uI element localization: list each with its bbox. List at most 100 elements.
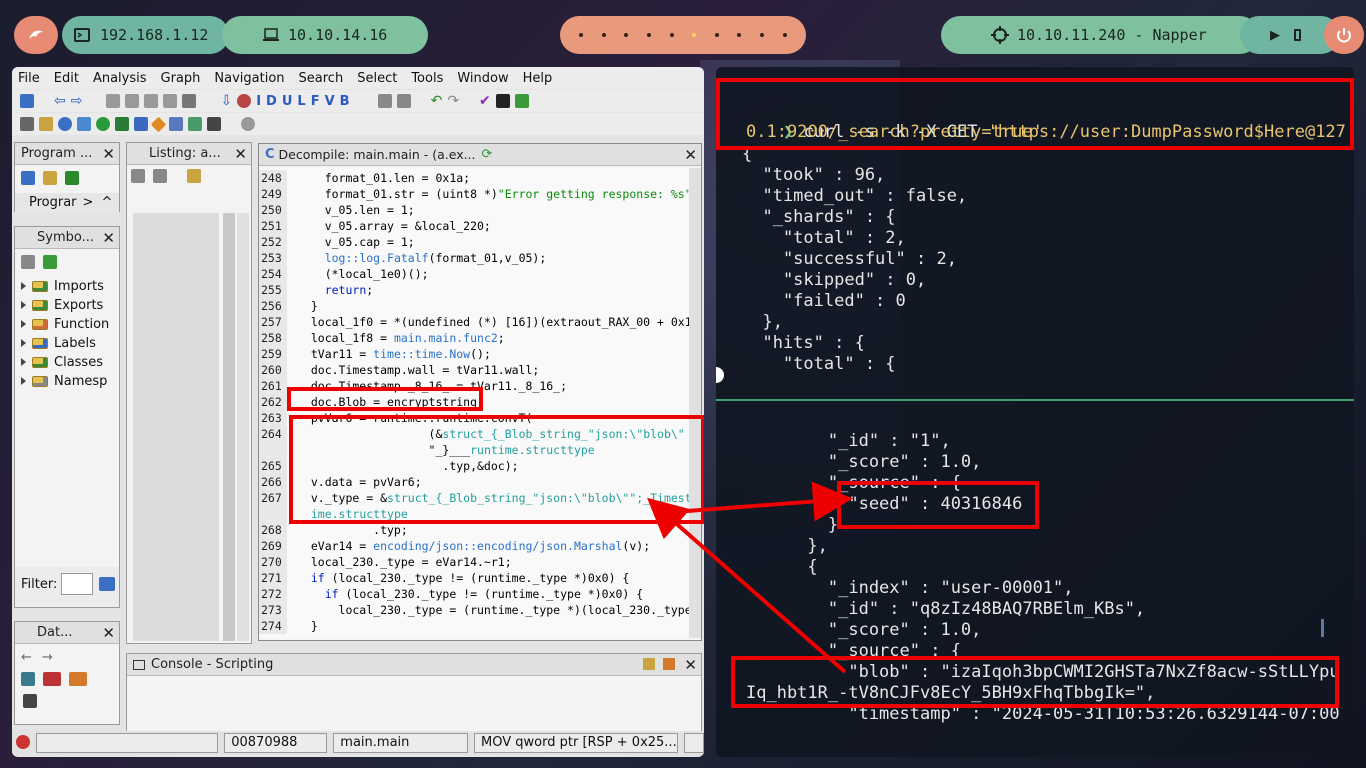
V-icon[interactable]: V <box>325 94 335 109</box>
volume-icon[interactable]: ▶ <box>1270 28 1280 43</box>
menu-tools[interactable]: Tools <box>411 71 443 86</box>
table-icon[interactable] <box>169 117 183 131</box>
hierarchy-icon[interactable] <box>207 117 221 131</box>
app-menu-button[interactable] <box>14 16 58 54</box>
code-line[interactable]: log::log.Fatalf(format_01,v_05); <box>297 250 547 266</box>
code-line[interactable]: v_05.array = &local_220; <box>297 218 491 234</box>
code-line[interactable]: .typ; <box>297 522 408 538</box>
workspace-dot[interactable] <box>601 33 606 37</box>
chart-icon[interactable] <box>188 117 202 131</box>
I-icon[interactable]: I <box>256 94 261 109</box>
code-line[interactable]: format_01.str = (uint8 *)"Error getting … <box>297 186 689 202</box>
menu-window[interactable]: Window <box>457 71 508 86</box>
code-line[interactable]: eVar14 = encoding/json::encoding/json.Ma… <box>297 538 650 554</box>
workspace-switcher[interactable] <box>560 16 806 54</box>
undo-icon[interactable]: ↶ <box>431 93 443 109</box>
workspace-dot[interactable] <box>647 33 652 37</box>
listing-cursor-icon[interactable] <box>187 169 201 183</box>
check-icon[interactable]: ✔ <box>479 93 491 109</box>
globe-icon[interactable] <box>241 117 255 131</box>
code-line[interactable]: if (local_230._type != (runtime._type *)… <box>297 570 630 586</box>
qr-icon[interactable] <box>495 94 510 108</box>
folder-icon[interactable] <box>39 117 53 131</box>
code-line[interactable]: local_230._type = eVar14.~r1; <box>297 554 512 570</box>
battery-icon[interactable] <box>1294 29 1301 41</box>
clear-icon[interactable] <box>663 658 675 670</box>
close-icon[interactable]: ✕ <box>684 656 697 674</box>
memory-icon[interactable] <box>106 94 121 108</box>
terminal-window[interactable]: ❯ curl -s -k -X GET 'https://user:DumpPa… <box>716 67 1354 757</box>
symbol-tree-item[interactable]: Classes <box>21 353 103 371</box>
new-tree-icon[interactable] <box>21 171 35 185</box>
expand-icon[interactable] <box>21 377 26 385</box>
memory-icon-4[interactable] <box>163 94 178 108</box>
symbol-tree-item[interactable]: Labels <box>21 334 96 352</box>
script-icon[interactable] <box>115 117 129 131</box>
forward-arrow-icon[interactable]: → <box>42 650 53 665</box>
chevron-up-icon[interactable]: ^ <box>101 195 112 210</box>
play-icon[interactable] <box>96 117 110 131</box>
code-line[interactable]: return; <box>297 282 373 298</box>
workspace-dot[interactable] <box>737 33 742 37</box>
close-icon[interactable]: ✕ <box>102 229 115 247</box>
symbol-tool-icon[interactable] <box>21 255 35 269</box>
menu-select[interactable]: Select <box>357 71 397 86</box>
back-arrow-icon[interactable]: ← <box>21 650 32 665</box>
back-arrow-icon[interactable]: ⇦ <box>54 93 66 109</box>
expand-icon[interactable] <box>21 301 26 309</box>
workspace-dot[interactable] <box>714 33 719 37</box>
decompile-scrollbar[interactable] <box>689 168 701 638</box>
menu-graph[interactable]: Graph <box>161 71 201 86</box>
listing-view[interactable] <box>133 213 219 641</box>
listing-paste-icon[interactable] <box>153 169 167 183</box>
workspace-dot[interactable] <box>782 33 787 37</box>
B-icon[interactable]: B <box>340 94 350 109</box>
listing-copy-icon[interactable] <box>131 169 145 183</box>
workspace-dot[interactable] <box>624 33 629 37</box>
window-icon[interactable] <box>20 117 34 131</box>
code-line[interactable]: local_1f0 = *(undefined (*) [16])(extrao… <box>297 314 689 330</box>
memory-icon-2[interactable] <box>125 94 140 108</box>
bug-icon[interactable] <box>237 94 252 108</box>
listing-scrollbar[interactable] <box>237 213 249 641</box>
close-icon[interactable]: ✕ <box>102 624 115 642</box>
code-line[interactable]: doc.Timestamp.wall = tVar11.wall; <box>297 362 539 378</box>
datatype-remove-icon[interactable] <box>43 672 61 686</box>
program-tab[interactable]: Prograr > ^ <box>15 193 119 213</box>
code-line[interactable]: local_230._type = (runtime._type *)(loca… <box>297 602 689 618</box>
code-line[interactable]: } <box>297 618 318 634</box>
code-line[interactable]: if (local_230._type != (runtime._type *)… <box>297 586 644 602</box>
datatype-tool-icon[interactable] <box>21 672 35 686</box>
menu-edit[interactable]: Edit <box>54 71 79 86</box>
filter-input[interactable] <box>61 573 93 595</box>
code-line[interactable]: v_05.cap = 1; <box>297 234 415 250</box>
workspace-dot[interactable] <box>692 33 697 37</box>
symbol-nav-icon[interactable] <box>43 255 57 269</box>
expand-icon[interactable] <box>21 358 26 366</box>
down-arrow-icon[interactable]: ⇩ <box>220 93 232 109</box>
U-icon[interactable]: U <box>282 94 293 109</box>
expand-icon[interactable] <box>21 282 26 290</box>
code-line[interactable]: tVar11 = time::time.Now(); <box>297 346 491 362</box>
paste-icon[interactable] <box>396 94 411 108</box>
c-icon[interactable] <box>58 117 72 131</box>
camera-icon[interactable] <box>182 94 197 108</box>
save-icon[interactable] <box>20 94 34 108</box>
code-line[interactable]: local_1f8 = main.main.func2; <box>297 330 505 346</box>
menu-search[interactable]: Search <box>299 71 344 86</box>
expand-icon[interactable] <box>21 339 26 347</box>
D-icon[interactable]: D <box>266 94 277 109</box>
symbol-tree-item[interactable]: Namesp <box>21 372 107 390</box>
symbol-tree-item[interactable]: Function <box>21 315 109 333</box>
expand-icon[interactable] <box>21 320 26 328</box>
code-line[interactable]: format_01.len = 0x1a; <box>297 170 470 186</box>
code-line[interactable]: v_05.len = 1; <box>297 202 415 218</box>
listing-overview-bar[interactable] <box>223 213 235 641</box>
workspace-dot[interactable] <box>760 33 765 37</box>
close-icon[interactable]: ✕ <box>234 145 247 163</box>
grid-icon[interactable] <box>134 117 148 131</box>
menu-file[interactable]: File <box>18 71 40 86</box>
code-line[interactable]: (*local_1e0)(); <box>297 266 429 282</box>
open-tree-icon[interactable] <box>43 171 57 185</box>
menu-analysis[interactable]: Analysis <box>93 71 147 86</box>
